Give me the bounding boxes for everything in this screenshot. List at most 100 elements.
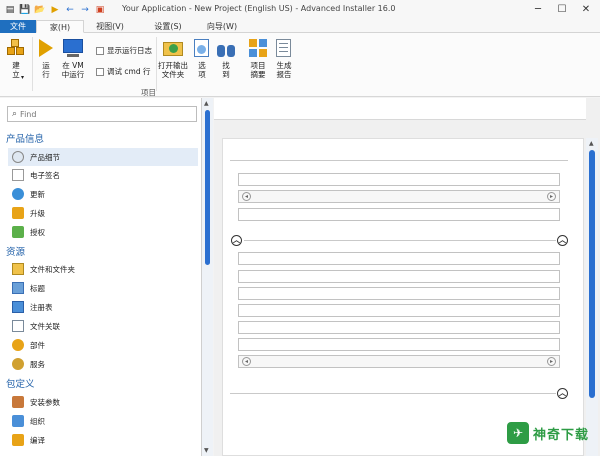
checkbox-box[interactable] xyxy=(96,46,104,55)
spin-field[interactable]: ◂ ▸ xyxy=(238,355,560,368)
disc-icon xyxy=(12,151,24,163)
run-label: 运 行 xyxy=(42,61,50,79)
run-icon[interactable]: ▶ xyxy=(49,4,61,16)
nav-item-organization[interactable]: 组织 xyxy=(8,412,198,430)
checkbox-box[interactable] xyxy=(96,67,104,76)
back-icon[interactable]: ← xyxy=(64,4,76,16)
nav-item-digital-signature[interactable]: 电子签名 xyxy=(8,166,198,184)
folder-icon xyxy=(12,263,24,275)
tab-view[interactable]: 视图(V) xyxy=(86,20,134,33)
maximize-button[interactable]: ☐ xyxy=(550,0,574,18)
spin-left-icon[interactable]: ◂ xyxy=(242,192,251,201)
separator xyxy=(156,37,157,91)
report-icon xyxy=(273,37,295,59)
text-field[interactable] xyxy=(238,173,560,186)
run-button[interactable]: 运 行 xyxy=(36,37,56,79)
divider xyxy=(230,160,568,161)
section-resources: 资源 xyxy=(6,247,26,258)
spin-right-icon[interactable]: ▸ xyxy=(547,192,556,201)
nav-item-file-associations[interactable]: 文件关联 xyxy=(8,317,198,335)
nav-item-shortcuts[interactable]: 标题 xyxy=(8,279,198,297)
component-icon xyxy=(12,339,24,351)
nav-item-components[interactable]: 部件 xyxy=(8,336,198,354)
tab-home[interactable]: 家(H) xyxy=(36,20,84,33)
spin-left-icon[interactable]: ◂ xyxy=(242,357,251,366)
shortcut-icon xyxy=(12,282,24,294)
binoculars-icon xyxy=(215,37,237,59)
tab-settings[interactable]: 设置(S) xyxy=(144,20,192,33)
debug-cmd-checkbox[interactable]: 调试 cmd 行 xyxy=(96,66,150,77)
open-output-label: 打开输出 文件夹 xyxy=(158,61,188,79)
nav-item-updates[interactable]: 更新 xyxy=(8,185,198,203)
build-button[interactable]: 建 立 ▾ xyxy=(4,37,28,82)
title-bar: ▤ 💾 📂 ▶ ← → ▣ Your Application - New Pro… xyxy=(0,0,600,20)
collapse-icon[interactable]: ︿ xyxy=(557,235,568,246)
content-scrollbar[interactable]: ▲ xyxy=(586,138,598,456)
search-box[interactable]: ⌕ xyxy=(7,106,197,122)
save-icon[interactable]: 💾 xyxy=(19,4,31,16)
nav-item-label: 部件 xyxy=(30,340,45,350)
app-icon[interactable]: ▤ xyxy=(4,4,16,16)
scroll-thumb[interactable] xyxy=(205,110,210,265)
nav-item-files-and-folders[interactable]: 文件和文件夹 xyxy=(8,260,198,278)
license-icon xyxy=(12,226,24,238)
open-output-folder-button[interactable]: 打开输出 文件夹 xyxy=(158,37,188,79)
group-label-project: 项目 xyxy=(141,88,156,97)
divider xyxy=(244,240,556,241)
text-field[interactable] xyxy=(238,208,560,221)
globe-icon xyxy=(12,188,24,200)
run-icon xyxy=(35,37,57,59)
nav-item-label: 更新 xyxy=(30,189,45,199)
nav-item-registry[interactable]: 注册表 xyxy=(8,298,198,316)
spin-right-icon[interactable]: ▸ xyxy=(547,357,556,366)
nav-item-builds[interactable]: 编译 xyxy=(8,431,198,449)
nav-item-services[interactable]: 服务 xyxy=(8,355,198,373)
nav-item-label: 授权 xyxy=(30,227,45,237)
nav-item-label: 文件关联 xyxy=(30,321,60,331)
build-icon xyxy=(5,37,27,59)
nav-item-label: 产品细节 xyxy=(30,152,60,162)
nav-item-product-details[interactable]: 产品细节 xyxy=(8,148,198,166)
build-label: 建 立 xyxy=(12,61,20,79)
collapse-icon[interactable]: ︿ xyxy=(557,388,568,399)
text-field[interactable] xyxy=(238,338,560,351)
tab-file[interactable]: 文件 xyxy=(0,20,36,33)
nav-item-label: 文件和文件夹 xyxy=(30,264,75,274)
show-log-checkbox[interactable]: 显示运行日志 xyxy=(96,45,152,56)
install-parameters-icon xyxy=(12,396,24,408)
nav-item-label: 电子签名 xyxy=(30,170,60,180)
ribbon: 建 立 ▾ 运 行 在 VM 中运行 显示运行日志 调试 cmd 行 项目 打开… xyxy=(0,33,600,97)
divider xyxy=(230,393,556,394)
nav-item-label: 编译 xyxy=(30,435,45,445)
text-field[interactable] xyxy=(238,321,560,334)
open-icon[interactable]: 📂 xyxy=(34,4,46,16)
window-controls: ─ ☐ ✕ xyxy=(526,0,598,18)
close-button[interactable]: ✕ xyxy=(574,0,598,18)
build-dropdown-arrow[interactable]: ▾ xyxy=(21,73,24,82)
run-vm-button[interactable]: 在 VM 中运行 xyxy=(58,37,88,79)
scroll-thumb[interactable] xyxy=(589,150,595,398)
collapse-icon[interactable]: ︿ xyxy=(231,235,242,246)
spin-field[interactable]: ◂ ▸ xyxy=(238,190,560,203)
nav-item-upgrades[interactable]: 升级 xyxy=(8,204,198,222)
project-summary-button[interactable]: 项目 摘要 xyxy=(246,37,270,79)
options-button[interactable]: 选 项 xyxy=(192,37,212,79)
debug-cmd-label: 调试 cmd 行 xyxy=(107,67,151,76)
scroll-up-icon[interactable]: ▲ xyxy=(204,100,209,107)
forward-icon[interactable]: → xyxy=(79,4,91,16)
generate-report-button[interactable]: 生成 报告 xyxy=(272,37,296,79)
navigation-scrollbar[interactable]: ▲ ▼ xyxy=(202,98,213,456)
text-field[interactable] xyxy=(238,270,560,283)
nav-item-install-parameters[interactable]: 安装参数 xyxy=(8,393,198,411)
scroll-up-icon[interactable]: ▲ xyxy=(589,140,594,147)
tab-wizard[interactable]: 向导(W) xyxy=(198,20,246,33)
text-field[interactable] xyxy=(238,304,560,317)
text-field[interactable] xyxy=(238,252,560,265)
minimize-button[interactable]: ─ xyxy=(526,0,550,18)
customize-icon[interactable]: ▣ xyxy=(94,4,106,16)
scroll-down-icon[interactable]: ▼ xyxy=(204,447,209,454)
find-button[interactable]: 找 到 xyxy=(216,37,236,79)
nav-item-licensing[interactable]: 授权 xyxy=(8,223,198,241)
search-input[interactable] xyxy=(20,109,181,119)
text-field[interactable] xyxy=(238,287,560,300)
